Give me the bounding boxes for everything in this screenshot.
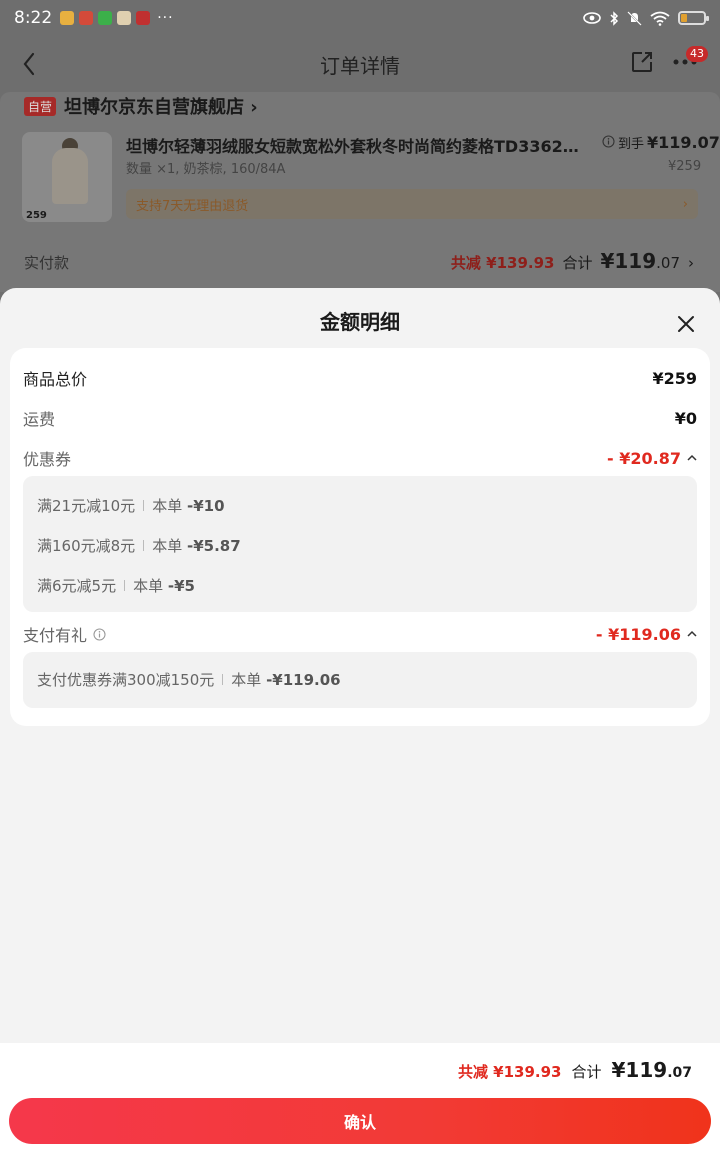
- battery-icon: [678, 11, 709, 25]
- paid-total-label: 合计: [562, 254, 593, 272]
- return-policy-bar[interactable]: 支持7天无理由退货 ›: [126, 189, 698, 219]
- coupon-item-name: 满6元减5元: [37, 577, 117, 595]
- pay-gift-row[interactable]: 支付有礼 - ¥119.06: [23, 622, 697, 646]
- coupon-item-amount: -¥5.87: [186, 536, 241, 555]
- red-app-icon: [79, 11, 94, 25]
- shipping-row: 运费 ¥0: [23, 406, 697, 430]
- footer-total-big: ¥119: [611, 1058, 668, 1082]
- weibo-app-icon: [60, 11, 75, 25]
- confirm-button[interactable]: 确认: [9, 1098, 711, 1144]
- chevron-up-icon[interactable]: [687, 630, 697, 638]
- store-row[interactable]: 自营 坦博尔京东自营旗舰店 ›: [24, 92, 258, 120]
- coupon-item-name: 满21元减10元: [37, 497, 136, 515]
- final-price-label: 到手: [618, 137, 645, 152]
- amount-detail-card: 商品总价 ¥259 运费 ¥0 优惠券 - ¥20.87 满21元减10元 本单…: [10, 348, 710, 726]
- return-policy-text: 支持7天无理由退货: [136, 198, 249, 214]
- share-icon[interactable]: [630, 50, 654, 74]
- cat-app-icon: [117, 11, 132, 25]
- pay-gift-value: - ¥119.06: [595, 624, 681, 644]
- bluetooth-icon: [610, 10, 619, 26]
- sheet-footer: 共减 ¥139.93 合计 ¥119.07 确认: [0, 1043, 720, 1152]
- eye-icon: [583, 12, 601, 24]
- coupon-item-name: 满160元减8元: [37, 537, 136, 555]
- coupon-item-scope: 本单: [152, 537, 183, 555]
- paid-discount: 共减 ¥139.93: [450, 254, 555, 272]
- shipping-value: ¥0: [674, 408, 697, 428]
- coupon-item-amount: -¥5: [167, 576, 195, 595]
- coupon-value: - ¥20.87: [607, 448, 681, 468]
- paid-summary[interactable]: 共减 ¥139.93 合计 ¥119.07 ›: [451, 249, 694, 273]
- final-price: 到手 ¥119.07: [602, 133, 720, 152]
- goods-total-value: ¥259: [652, 368, 697, 388]
- coupon-item: 满160元减8元 本单 -¥5.87: [37, 535, 241, 556]
- product-spec: 数量 ×1, 奶茶棕, 160/84A: [126, 162, 286, 177]
- original-price: ¥259: [668, 159, 702, 174]
- back-arrow-icon[interactable]: [20, 50, 38, 78]
- product-title[interactable]: 坦博尔轻薄羽绒服女短款宽松外套秋冬时尚简约菱格TD336268...: [126, 133, 586, 157]
- coupon-item: 满6元减5元 本单 -¥5: [37, 575, 195, 596]
- message-count-badge: 43: [686, 46, 708, 62]
- coupon-item-scope: 本单: [133, 577, 164, 595]
- coupon-item-amount: -¥10: [186, 496, 225, 515]
- paid-total-small: .07: [656, 254, 680, 272]
- coupon-item: 满21元减10元 本单 -¥10: [37, 495, 225, 516]
- paid-label: 实付款: [24, 254, 70, 272]
- store-name[interactable]: 坦博尔京东自营旗舰店 ›: [64, 93, 258, 119]
- page-title: 订单详情: [320, 53, 400, 78]
- wifi-icon: [650, 11, 670, 26]
- nav-bar: 订单详情: [0, 36, 720, 92]
- pay-gift-breakdown: 支付优惠券满300减150元 本单 -¥119.06: [23, 652, 697, 708]
- mute-bell-icon: [627, 10, 642, 26]
- coupon-row[interactable]: 优惠券 - ¥20.87: [23, 446, 697, 470]
- self-operated-tag: 自营: [24, 96, 57, 116]
- final-price-value: ¥119.07: [647, 133, 720, 152]
- goods-total-label: 商品总价: [23, 370, 88, 389]
- footer-total-label: 合计: [571, 1063, 602, 1081]
- coupon-item-scope: 本单: [152, 497, 183, 515]
- shipping-label: 运费: [23, 410, 56, 429]
- amount-detail-sheet: 金额明细 商品总价 ¥259 运费 ¥0 优惠券 - ¥20.87 满21元减1…: [0, 288, 720, 1152]
- pay-gift-item: 支付优惠券满300减150元 本单 -¥119.06: [37, 669, 341, 690]
- thumbnail-price: 259: [26, 210, 47, 221]
- chevron-right-icon: ›: [682, 196, 688, 212]
- pay-gift-label: 支付有礼: [23, 626, 88, 645]
- footer-discount: 共减 ¥139.93: [457, 1063, 562, 1081]
- info-icon[interactable]: [93, 627, 106, 641]
- pay-gift-item-name: 支付优惠券满300减150元: [37, 671, 215, 689]
- footer-summary: 共减 ¥139.93 合计 ¥119.07: [458, 1058, 692, 1082]
- jd-app-icon: [136, 11, 151, 25]
- pay-gift-item-scope: 本单: [231, 671, 262, 689]
- info-icon[interactable]: [602, 135, 615, 148]
- product-thumbnail[interactable]: 259: [22, 132, 112, 222]
- pay-gift-item-amount: -¥119.06: [266, 670, 341, 689]
- status-time: 8:22: [14, 8, 53, 28]
- more-notifications-icon: ···: [157, 10, 174, 26]
- footer-total-small: .07: [667, 1065, 692, 1081]
- wechat-app-icon: [98, 11, 113, 25]
- paid-total-big: ¥119: [600, 249, 657, 273]
- close-icon[interactable]: [674, 312, 698, 336]
- goods-total-row: 商品总价 ¥259: [23, 366, 697, 390]
- status-bar: 8:22 ···: [0, 0, 720, 36]
- chevron-right-icon: ›: [688, 254, 694, 272]
- coupon-label: 优惠券: [23, 450, 72, 469]
- coupon-breakdown: 满21元减10元 本单 -¥10 满160元减8元 本单 -¥5.87 满6元减…: [23, 476, 697, 612]
- chevron-up-icon[interactable]: [687, 454, 697, 462]
- sheet-title: 金额明细: [320, 310, 400, 334]
